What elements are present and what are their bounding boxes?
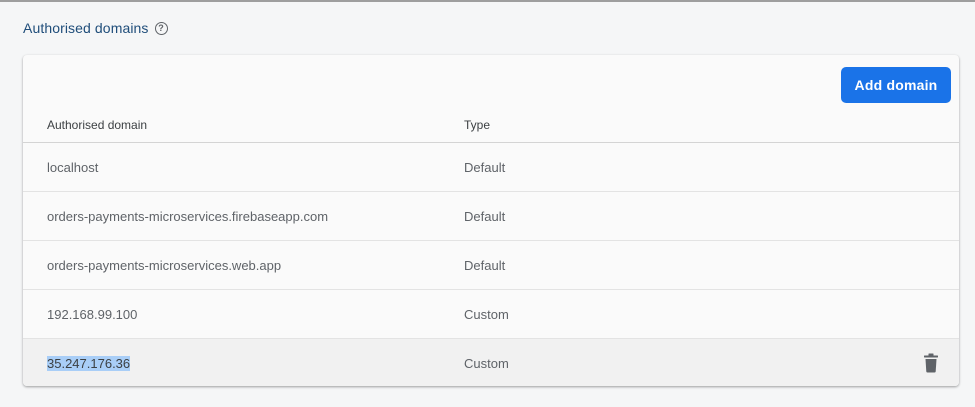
domains-table: Authorised domain Type localhost Default… (23, 107, 959, 386)
domain-cell: 192.168.99.100 (47, 306, 138, 322)
domain-cell: localhost (47, 159, 99, 175)
trash-icon[interactable] (923, 353, 939, 373)
table-row[interactable]: orders-payments-microservices.firebaseap… (23, 192, 959, 241)
authorised-domains-card: Add domain Authorised domain Type localh… (23, 55, 959, 386)
type-cell: Custom (464, 306, 509, 322)
table-row[interactable]: 35.247.176.36 Custom (23, 339, 959, 386)
section-header: Authorised domains ? (23, 18, 168, 38)
domain-cell: 35.247.176.36 (23, 355, 464, 371)
selected-domain-text[interactable]: 35.247.176.36 (47, 355, 131, 371)
type-cell: Default (464, 208, 506, 224)
domain-cell: orders-payments-microservices.firebaseap… (47, 208, 329, 224)
section-title: Authorised domains (23, 20, 149, 36)
type-cell: Default (464, 159, 506, 175)
type-cell: Custom (464, 355, 509, 371)
domain-cell: orders-payments-microservices.web.app (47, 257, 282, 273)
type-cell: Default (464, 257, 506, 273)
help-icon[interactable]: ? (154, 21, 168, 35)
add-domain-button[interactable]: Add domain (841, 67, 951, 103)
column-header-domain: Authorised domain (47, 117, 148, 132)
column-header-type: Type (464, 117, 491, 132)
table-row[interactable]: 192.168.99.100 Custom (23, 290, 959, 339)
table-row[interactable]: localhost Default (23, 143, 959, 192)
table-row[interactable]: orders-payments-microservices.web.app De… (23, 241, 959, 290)
page: Authorised domains ? Add domain Authoris… (0, 2, 975, 407)
table-header: Authorised domain Type (23, 107, 959, 143)
